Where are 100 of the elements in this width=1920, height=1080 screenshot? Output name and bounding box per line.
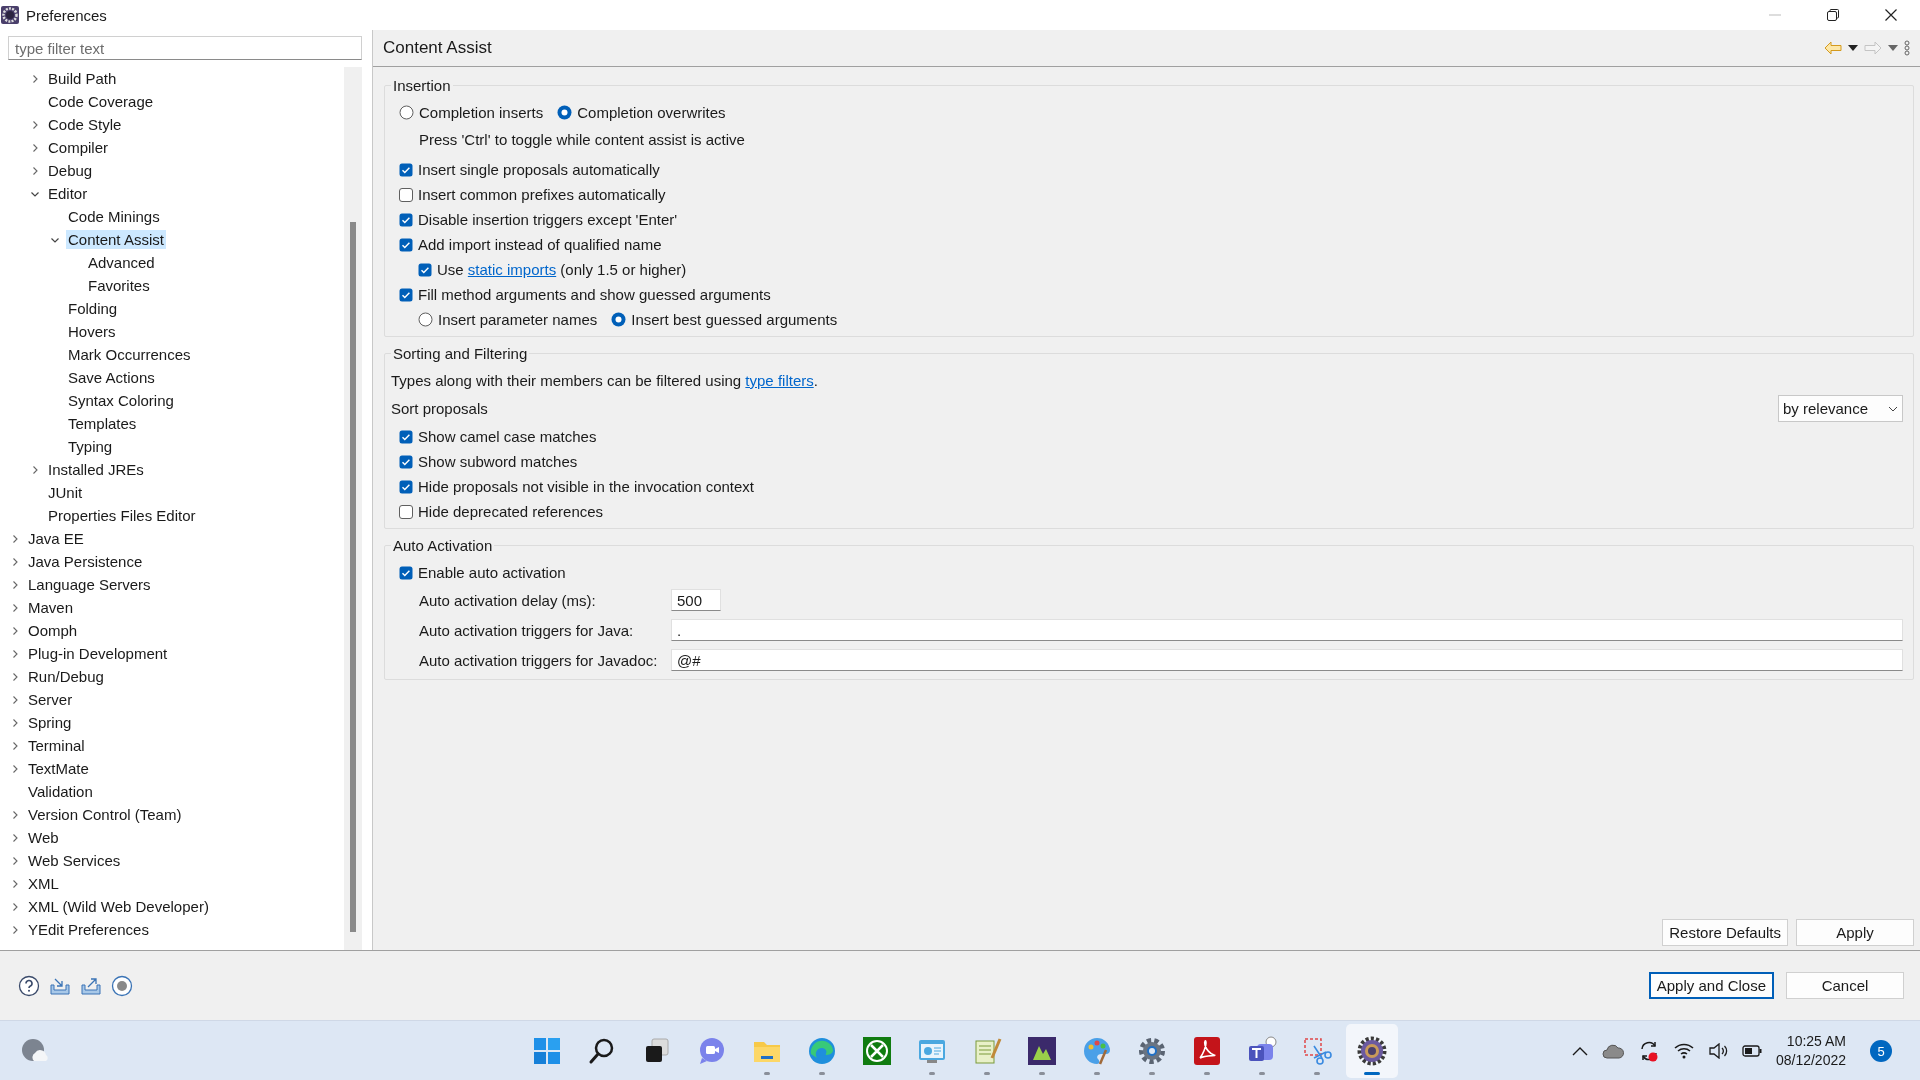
tree-item[interactable]: Server <box>26 690 75 709</box>
tree-item[interactable]: JUnit <box>46 483 85 502</box>
tree-item[interactable]: Code Style <box>46 115 124 134</box>
checkbox-label[interactable]: Disable insertion triggers except 'Enter' <box>418 211 678 228</box>
tree-item[interactable]: Language Servers <box>26 575 153 594</box>
radio-label[interactable]: Insert parameter names <box>438 311 598 328</box>
checkbox-label[interactable]: Insert common prefixes automatically <box>418 186 666 203</box>
dropdown[interactable]: by relevance <box>1778 395 1903 422</box>
checked-checkbox[interactable] <box>399 162 413 177</box>
tree-item[interactable]: Code Minings <box>66 207 162 226</box>
tree-item[interactable]: Content Assist <box>66 230 166 249</box>
radio-button[interactable] <box>399 105 414 120</box>
checked-checkbox[interactable] <box>399 454 413 469</box>
tree-item[interactable]: XML <box>26 874 61 893</box>
tree-item[interactable]: Debug <box>46 161 95 180</box>
tree-item[interactable]: Terminal <box>26 736 87 755</box>
scrollbar-thumb[interactable] <box>350 222 356 932</box>
checkbox-label[interactable]: Hide proposals not visible in the invocation context <box>418 478 755 495</box>
selected-radio-button[interactable] <box>557 105 573 120</box>
expand-chevron-icon[interactable] <box>10 878 20 889</box>
restore-icon[interactable] <box>1826 8 1840 22</box>
apply-and-close-button[interactable]: Apply and Close <box>1648 972 1774 999</box>
tree-item[interactable]: Mark Occurrences <box>66 345 193 364</box>
tree-item[interactable]: Validation <box>26 782 95 801</box>
checkbox-label[interactable]: Add import instead of qualified name <box>418 236 662 253</box>
checkbox-label[interactable]: Show camel case matches <box>418 428 597 445</box>
tree-item[interactable]: Plug-in Development <box>26 644 170 663</box>
radio-label[interactable]: Completion inserts <box>419 104 544 121</box>
checkbox-label[interactable]: Fill method arguments and show guessed arguments <box>418 286 771 303</box>
expand-chevron-icon[interactable] <box>10 648 20 659</box>
apply-button[interactable]: Apply <box>1796 919 1914 946</box>
export-icon[interactable] <box>80 975 102 996</box>
expand-chevron-icon[interactable] <box>10 717 20 728</box>
expand-chevron-icon[interactable] <box>10 671 20 682</box>
checkbox[interactable] <box>399 504 413 519</box>
cancel-button[interactable]: Cancel <box>1786 972 1904 999</box>
expand-chevron-icon[interactable] <box>30 142 40 153</box>
radio-label[interactable]: Completion overwrites <box>577 104 726 121</box>
expand-chevron-icon[interactable] <box>10 763 20 774</box>
tree-item[interactable]: Folding <box>66 299 120 318</box>
tree-item[interactable]: Run/Debug <box>26 667 106 686</box>
checked-checkbox[interactable] <box>399 287 413 302</box>
expand-chevron-icon[interactable] <box>10 924 20 935</box>
tree-item[interactable]: Templates <box>66 414 139 433</box>
tree-item[interactable]: Oomph <box>26 621 80 640</box>
menu-icon[interactable] <box>1904 40 1910 56</box>
checked-checkbox[interactable] <box>399 565 413 580</box>
tree-item[interactable]: Hovers <box>66 322 118 341</box>
checked-checkbox[interactable] <box>399 429 413 444</box>
help-icon[interactable] <box>18 974 40 997</box>
expand-chevron-icon[interactable] <box>10 901 20 912</box>
input-field[interactable]: . <box>671 619 1903 641</box>
expand-chevron-icon[interactable] <box>10 533 20 544</box>
expand-chevron-icon[interactable] <box>30 73 40 84</box>
tree-item[interactable]: Maven <box>26 598 76 617</box>
wifi-icon[interactable] <box>1673 1043 1694 1059</box>
checkbox-label[interactable]: Hide deprecated references <box>418 503 604 520</box>
expand-chevron-icon[interactable] <box>10 625 20 636</box>
close-icon[interactable] <box>1884 8 1898 22</box>
dropdown-arrow-icon[interactable] <box>1848 45 1858 51</box>
tree-item[interactable]: Web <box>26 828 61 847</box>
taskbar-button[interactable] <box>1345 1024 1398 1078</box>
cloud-icon[interactable] <box>1601 1043 1624 1059</box>
expand-chevron-icon[interactable] <box>10 832 20 843</box>
tree-item[interactable]: Favorites <box>86 276 152 295</box>
link[interactable]: static imports <box>467 261 557 278</box>
tree-item[interactable]: Spring <box>26 713 74 732</box>
notification-badge[interactable]: 5 <box>1870 1040 1892 1062</box>
tree-item[interactable]: XML (Wild Web Developer) <box>26 897 211 916</box>
tree-item[interactable]: Installed JREs <box>46 460 146 479</box>
tree-item[interactable]: Java Persistence <box>26 552 145 571</box>
expand-chevron-icon[interactable] <box>30 165 40 176</box>
tree-item[interactable]: TextMate <box>26 759 91 778</box>
speaker-icon[interactable] <box>1707 1043 1728 1059</box>
tree-item[interactable]: Syntax Coloring <box>66 391 176 410</box>
checkbox-label[interactable]: Use static imports (only 1.5 or higher) <box>437 261 687 278</box>
tree-item[interactable]: Advanced <box>86 253 157 272</box>
tree-item[interactable]: Version Control (Team) <box>26 805 184 824</box>
tree-item[interactable]: Editor <box>46 184 90 203</box>
checked-checkbox[interactable] <box>418 262 432 277</box>
expand-chevron-icon[interactable] <box>30 464 40 475</box>
tree-item[interactable]: Java EE <box>26 529 86 548</box>
record-icon[interactable] <box>111 974 133 997</box>
tree-item[interactable]: Compiler <box>46 138 110 157</box>
tree-item[interactable]: Code Coverage <box>46 92 156 111</box>
checked-checkbox[interactable] <box>399 237 413 252</box>
checked-checkbox[interactable] <box>399 212 413 227</box>
radio-button[interactable] <box>418 312 433 327</box>
tree-item[interactable]: YEdit Preferences <box>26 920 151 939</box>
tree-item[interactable]: Save Actions <box>66 368 157 387</box>
battery-icon[interactable] <box>1741 1045 1762 1057</box>
expand-chevron-icon[interactable] <box>10 694 20 705</box>
clock-time[interactable]: 10:25 AM <box>1786 1032 1846 1051</box>
tree-item[interactable]: Web Services <box>26 851 123 870</box>
expand-chevron-icon[interactable] <box>10 855 20 866</box>
tree-item[interactable]: Typing <box>66 437 115 456</box>
restore-defaults-button[interactable]: Restore Defaults <box>1662 919 1788 946</box>
tree-item[interactable]: Build Path <box>46 69 119 88</box>
expand-chevron-icon[interactable] <box>10 809 20 820</box>
expand-chevron-icon[interactable] <box>10 579 20 590</box>
